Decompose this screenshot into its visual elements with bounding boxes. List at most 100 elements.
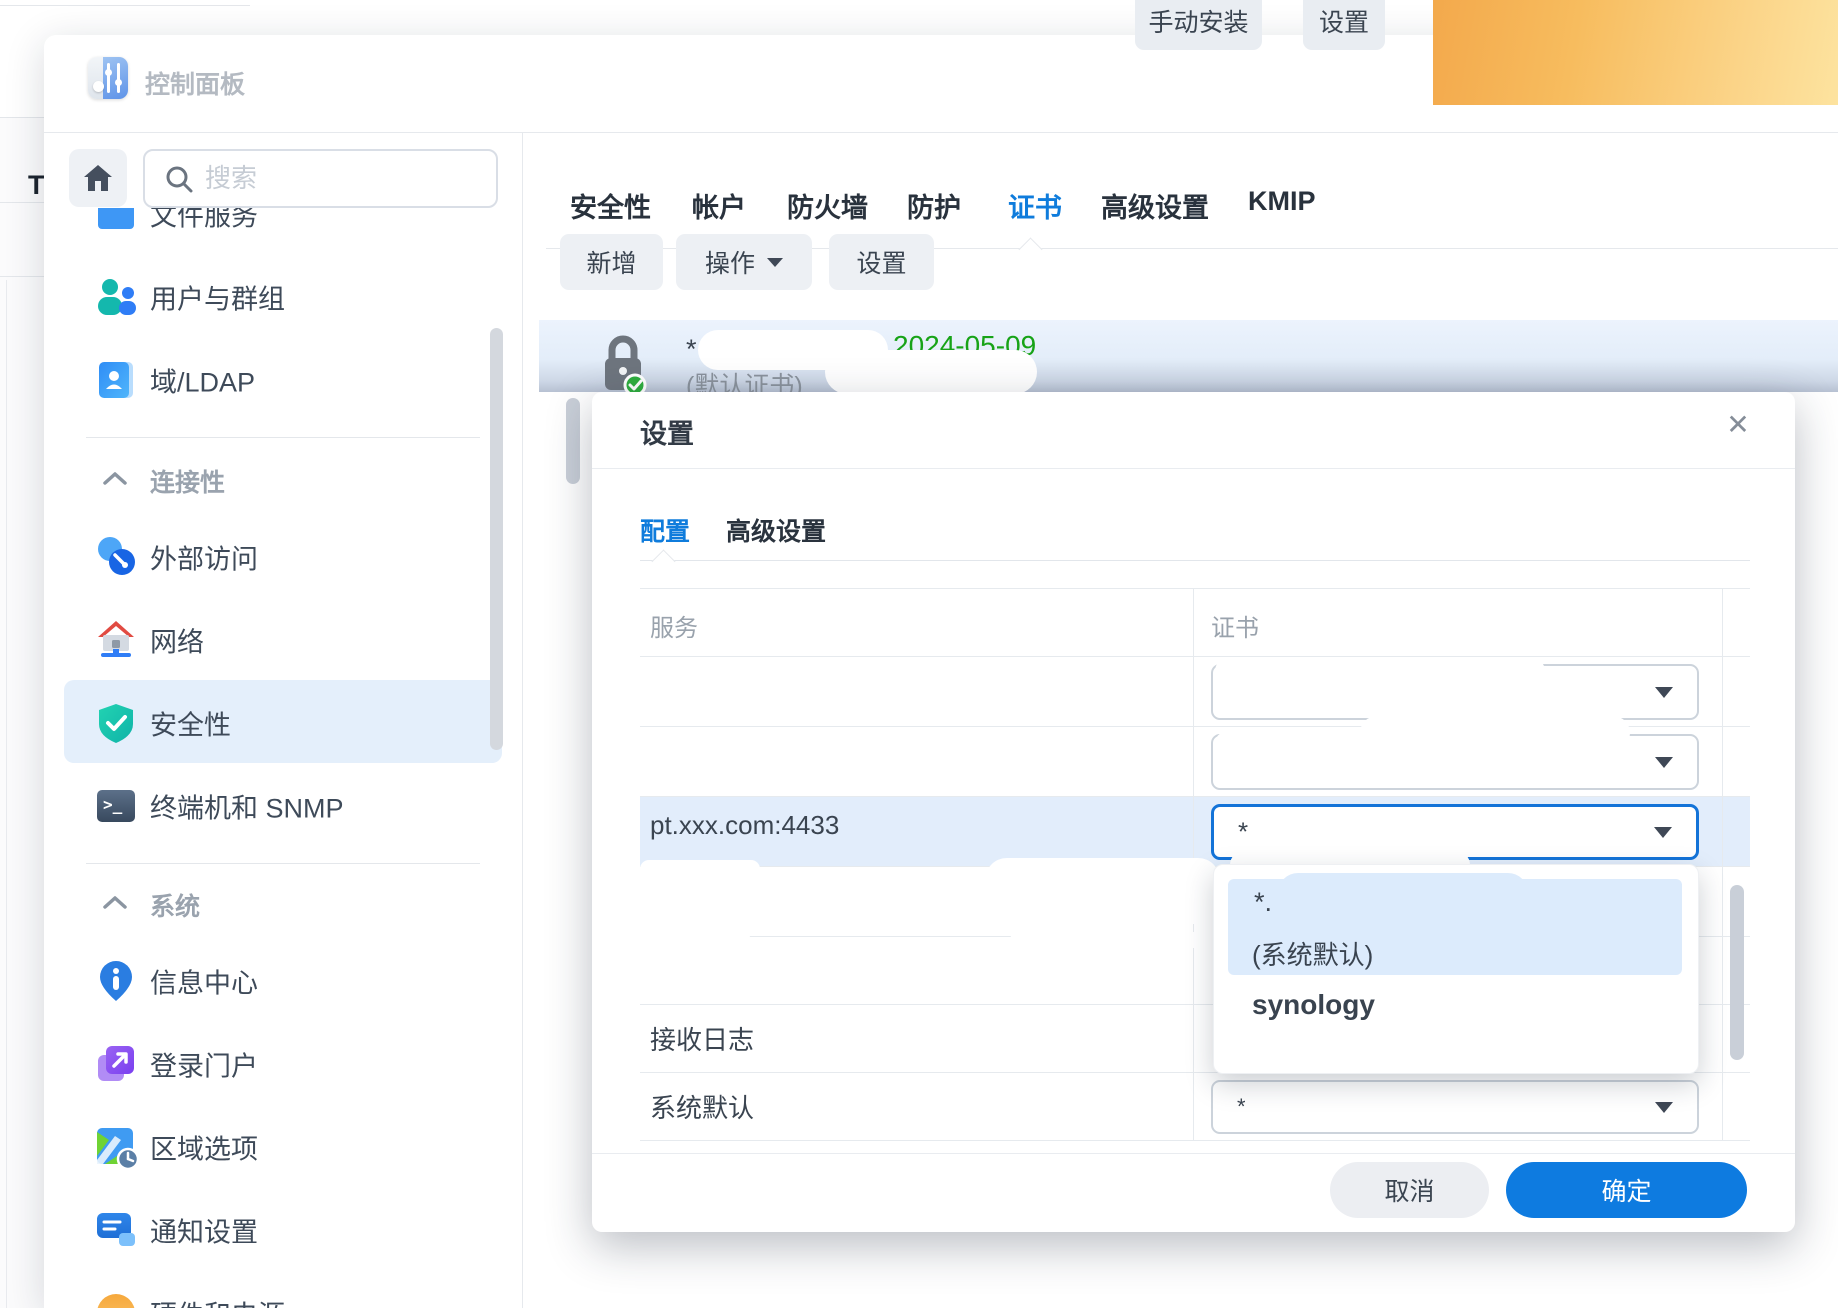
notification-icon xyxy=(95,1209,137,1251)
redaction-blob xyxy=(985,858,1220,924)
tab-firewall[interactable]: 防火墙 xyxy=(787,186,868,214)
background-line xyxy=(0,5,250,6)
sidebar-item-label: 外部访问 xyxy=(150,537,258,576)
sidebar-section-connectivity[interactable]: 连接性 xyxy=(44,461,522,501)
close-icon: ✕ xyxy=(1726,408,1749,441)
sidebar-section-divider xyxy=(86,437,480,438)
sidebar-item-notification-settings[interactable]: 通知设置 xyxy=(44,1188,522,1271)
dialog-scrollbar-thumb[interactable] xyxy=(1730,885,1744,1060)
active-tab-notch xyxy=(1018,237,1042,261)
redaction-blob xyxy=(1384,929,1534,967)
background-line xyxy=(0,202,44,203)
search-box[interactable] xyxy=(143,149,498,208)
redaction-blob xyxy=(1215,732,1480,754)
sidebar-item-domain-ldap[interactable]: 域/LDAP xyxy=(44,338,522,421)
manual-install-button[interactable]: 手动安装 xyxy=(1135,0,1262,50)
add-button[interactable]: 新增 xyxy=(560,234,663,290)
table-border xyxy=(640,1140,1750,1141)
sidebar-item-file-services[interactable]: 文件服务 xyxy=(44,208,522,255)
chevron-up-icon xyxy=(103,472,127,490)
redaction-blob xyxy=(628,930,750,946)
service-name: pt.xxx.com:4433 xyxy=(650,810,839,841)
login-portal-icon xyxy=(95,1043,137,1085)
info-center-icon xyxy=(95,960,137,1002)
dialog-tab-underline xyxy=(640,560,1750,561)
sidebar-item-label: 区域选项 xyxy=(150,1127,258,1166)
caret-down-icon xyxy=(1655,687,1673,698)
desktop-wallpaper xyxy=(1433,0,1838,105)
cancel-button[interactable]: 取消 xyxy=(1330,1162,1489,1218)
dialog-tab-config[interactable]: 配置 xyxy=(640,512,690,548)
table-border xyxy=(640,796,1750,797)
sidebar-item-label: 用户与群组 xyxy=(150,277,285,316)
sidebar-item-label: 登录门户 xyxy=(150,1044,258,1083)
action-dropdown-button[interactable]: 操作 xyxy=(676,234,812,290)
caret-down-icon xyxy=(1655,757,1673,768)
content-scrollbar-thumb[interactable] xyxy=(566,398,580,484)
window-title: 控制面板 xyxy=(145,65,245,101)
home-button[interactable] xyxy=(69,149,127,207)
redaction-blob xyxy=(1262,810,1552,850)
sidebar-item-login-portal[interactable]: 登录门户 xyxy=(44,1022,522,1105)
sidebar-item-label: 安全性 xyxy=(150,703,231,742)
sidebar-item-info-center[interactable]: 信息中心 xyxy=(44,939,522,1022)
certificate-row[interactable]: * 2024-05-09 (默认证书) xyxy=(539,320,1838,392)
control-panel-icon xyxy=(88,57,128,99)
tab-account[interactable]: 帐户 xyxy=(692,186,746,214)
home-icon xyxy=(83,164,113,192)
dialog-close-button[interactable]: ✕ xyxy=(1720,406,1756,442)
sidebar-item-hardware-power[interactable]: 硬件和电源 xyxy=(44,1271,522,1308)
chevron-up-icon xyxy=(103,896,127,914)
search-input[interactable] xyxy=(203,162,496,195)
caret-down-icon xyxy=(1654,827,1672,838)
sidebar-item-regional-options[interactable]: 区域选项 xyxy=(44,1105,522,1188)
dialog-tab-advanced[interactable]: 高级设置 xyxy=(726,512,826,548)
sidebar-section-system[interactable]: 系统 xyxy=(44,885,522,925)
tab-security[interactable]: 安全性 xyxy=(570,186,651,214)
table-column-border xyxy=(1722,588,1723,1140)
sidebar-scrollbar-thumb[interactable] xyxy=(490,328,503,750)
ok-button[interactable]: 确定 xyxy=(1506,1162,1747,1218)
redaction-blob xyxy=(640,860,760,878)
table-border xyxy=(640,656,1750,657)
tab-certificate[interactable]: 证书 xyxy=(1008,186,1062,214)
dialog-title: 设置 xyxy=(640,412,694,451)
manual-install-label: 手动安装 xyxy=(1148,3,1248,39)
sidebar-item-label: 域/LDAP xyxy=(150,360,255,399)
background-partial-text: T xyxy=(28,170,45,201)
certificate-name: * xyxy=(686,334,697,365)
sidebar-divider xyxy=(522,132,523,1308)
background-line xyxy=(0,276,44,277)
column-header-service: 服务 xyxy=(650,608,698,643)
sidebar-item-network[interactable]: 网络 xyxy=(44,598,522,681)
package-settings-button[interactable]: 设置 xyxy=(1303,0,1385,50)
network-icon xyxy=(95,619,137,661)
screen: T 手动安装 设置 控制面板 xyxy=(0,0,1838,1308)
redaction-blob xyxy=(1278,873,1528,928)
caret-down-icon xyxy=(1655,1102,1673,1113)
dialog-active-tab-notch xyxy=(651,549,675,573)
hardware-power-icon xyxy=(95,1292,137,1308)
settings-button[interactable]: 设置 xyxy=(829,234,934,290)
search-icon xyxy=(165,165,193,193)
sidebar-item-external-access[interactable]: 外部访问 xyxy=(44,515,522,598)
sidebar-item-users-groups[interactable]: 用户与群组 xyxy=(44,255,522,338)
tab-protection[interactable]: 防护 xyxy=(907,186,961,214)
tab-advanced[interactable]: 高级设置 xyxy=(1101,186,1209,214)
dropdown-option-name: *. xyxy=(1254,887,1272,918)
certificate-default-note: (默认证书) xyxy=(686,366,803,392)
sidebar-item-label: 终端机和 SNMP xyxy=(150,786,344,825)
column-header-certificate: 证书 xyxy=(1211,608,1259,643)
sidebar-item-label: 通知设置 xyxy=(150,1210,258,1249)
sidebar-item-security[interactable]: 安全性 xyxy=(44,681,522,764)
dropdown-option-synology[interactable]: synology xyxy=(1252,989,1375,1021)
dropdown-option-note: (系统默认) xyxy=(1252,935,1373,972)
settings-dialog: 设置 ✕ 配置 高级设置 服务 证书 xyxy=(592,392,1795,1232)
tab-kmip[interactable]: KMIP xyxy=(1248,186,1316,214)
sidebar-item-terminal-snmp[interactable]: >_ 终端机和 SNMP xyxy=(44,764,522,847)
sidebar-item-label: 信息中心 xyxy=(150,961,258,1000)
selected-certificate-value: * xyxy=(1238,817,1248,848)
background-line xyxy=(6,280,7,1308)
section-label: 系统 xyxy=(150,887,200,923)
certificate-value: * xyxy=(1237,1094,1246,1120)
